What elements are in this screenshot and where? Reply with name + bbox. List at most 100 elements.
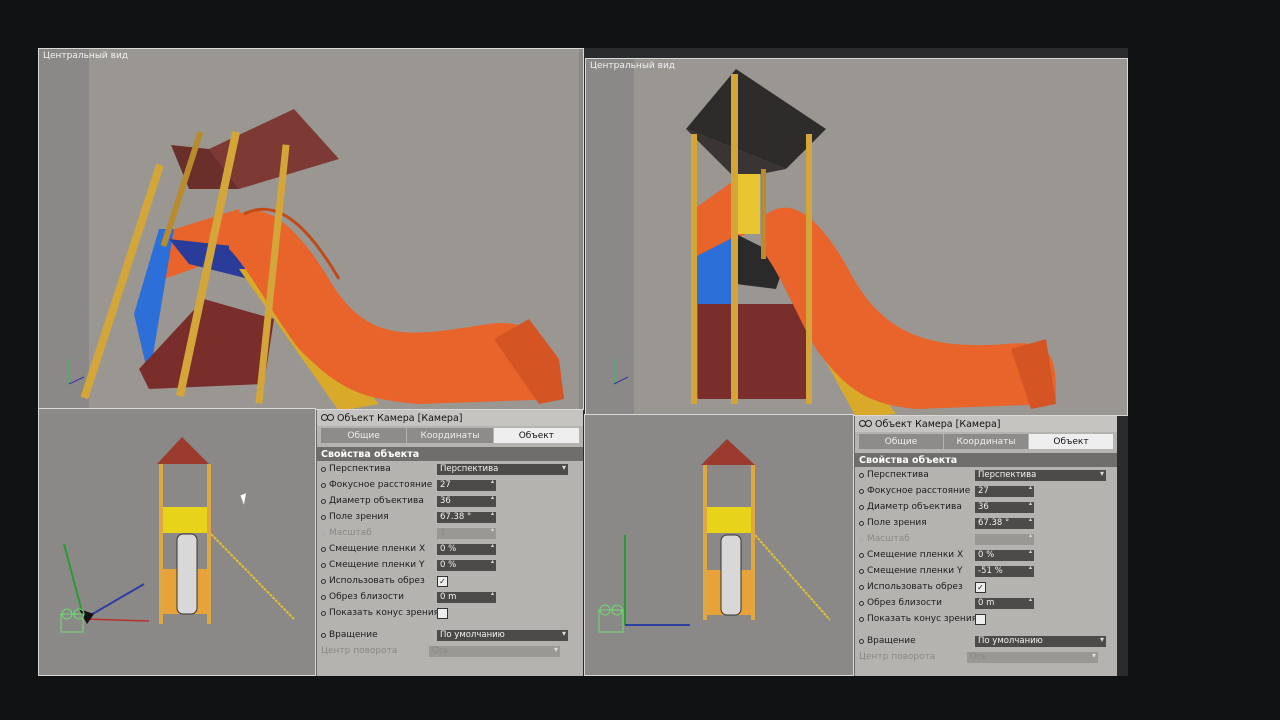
projection-label: Перспектива xyxy=(867,470,929,480)
focal-input[interactable]: 27 xyxy=(975,484,1034,497)
panel-header-title: Объект Камера [Камера] xyxy=(875,418,1001,430)
camera-icon xyxy=(321,413,334,423)
rotation-dropdown[interactable]: По умолчанию xyxy=(975,635,1106,647)
viewport-bottom-right[interactable] xyxy=(584,414,854,676)
row-use-clip: Использовать обрез ✓ xyxy=(855,579,1117,595)
tab-general[interactable]: Общие xyxy=(859,434,943,449)
row-focal: Фокусное расстояние 27 xyxy=(855,483,1117,499)
keyframe-dot[interactable] xyxy=(859,504,864,510)
tab-object[interactable]: Объект xyxy=(1029,434,1113,449)
fov-input[interactable]: 67.38 ° xyxy=(975,516,1034,529)
near-clip-input[interactable]: 0 m xyxy=(975,596,1034,609)
maroon-wall xyxy=(698,304,808,399)
viewport-top-left[interactable]: Центральный вид xyxy=(38,48,584,410)
rotation-label: Вращение xyxy=(867,636,916,646)
aperture-label: Диаметр объектива xyxy=(867,502,962,512)
section-object-properties: Свойства объекта xyxy=(855,453,1117,467)
panel-header-title: Объект Камера [Камера] xyxy=(337,412,463,424)
row-show-cone: Показать конус зрения xyxy=(317,605,583,621)
keyframe-dot[interactable] xyxy=(321,514,326,520)
pivot-label: Центр поворота xyxy=(859,652,936,662)
scale-label: Масштаб xyxy=(329,528,372,538)
row-rotation: Вращение По умолчанию xyxy=(855,633,1117,649)
tab-coordinates[interactable]: Координаты xyxy=(407,428,493,443)
row-aperture: Диаметр объектива 36 xyxy=(855,499,1117,515)
projection-dropdown[interactable]: Перспектива xyxy=(437,463,568,475)
panel-tabs: Общие Координаты Объект xyxy=(321,428,579,443)
row-fov: Поле зрения 67.38 ° xyxy=(855,515,1117,531)
aperture-input[interactable]: 36 xyxy=(975,500,1034,513)
shift-x-input[interactable]: 0 % xyxy=(975,548,1034,561)
row-scale: Масштаб xyxy=(855,531,1117,547)
scale-input: 1 xyxy=(437,526,496,539)
pivot-dropdown: Ось xyxy=(429,645,560,657)
focal-label: Фокусное расстояние xyxy=(329,480,433,490)
row-scale: Масштаб 1 xyxy=(317,525,583,541)
show-cone-label: Показать конус зрения xyxy=(867,614,975,624)
focal-input[interactable]: 27 xyxy=(437,478,496,491)
use-clip-label: Использовать обрез xyxy=(329,576,425,586)
keyframe-dot[interactable] xyxy=(859,472,864,478)
keyframe-dot[interactable] xyxy=(321,482,326,488)
row-focal: Фокусное расстояние 27 xyxy=(317,477,583,493)
row-shift-x: Смещение пленки X 0 % xyxy=(855,547,1117,563)
shift-x-input[interactable]: 0 % xyxy=(437,542,496,555)
keyframe-dot[interactable] xyxy=(859,616,864,622)
aperture-input[interactable]: 36 xyxy=(437,494,496,507)
keyframe-dot xyxy=(859,536,864,542)
keyframe-dot[interactable] xyxy=(859,600,864,606)
viewport-bottom-left[interactable] xyxy=(38,408,316,676)
keyframe-dot[interactable] xyxy=(321,466,326,472)
row-shift-y: Смещение пленки Y -51 % xyxy=(855,563,1117,579)
pivot-dropdown: Ось xyxy=(967,651,1098,663)
keyframe-dot xyxy=(321,530,326,536)
keyframe-dot[interactable] xyxy=(321,578,326,584)
keyframe-dot[interactable] xyxy=(859,584,864,590)
rotation-dropdown[interactable]: По умолчанию xyxy=(437,629,568,641)
use-clip-label: Использовать обрез xyxy=(867,582,963,592)
fov-label: Поле зрения xyxy=(867,518,927,528)
shift-y-input[interactable]: 0 % xyxy=(437,558,496,571)
keyframe-dot[interactable] xyxy=(321,610,326,616)
fov-input[interactable]: 67.38 ° xyxy=(437,510,496,523)
shift-y-input[interactable]: -51 % xyxy=(975,564,1034,577)
keyframe-dot[interactable] xyxy=(859,568,864,574)
tab-general[interactable]: Общие xyxy=(321,428,407,443)
row-shift-y: Смещение пленки Y 0 % xyxy=(317,557,583,573)
tab-object[interactable]: Объект xyxy=(493,428,579,443)
viewport-top-right[interactable]: Центральный вид xyxy=(585,58,1128,416)
section-object-properties: Свойства объекта xyxy=(317,447,583,461)
row-use-clip: Использовать обрез ✓ xyxy=(317,573,583,589)
keyframe-dot[interactable] xyxy=(859,552,864,558)
panel-header: Объект Камера [Камера] xyxy=(855,416,1117,432)
keyframe-dot[interactable] xyxy=(859,638,864,644)
aperture-label: Диаметр объектива xyxy=(329,496,424,506)
near-clip-input[interactable]: 0 m xyxy=(437,590,496,603)
slide-render-right xyxy=(613,59,1127,415)
near-clip-label: Обрез близости xyxy=(329,592,405,602)
keyframe-dot[interactable] xyxy=(859,520,864,526)
shift-x-label: Смещение пленки X xyxy=(867,550,964,560)
row-near-clip: Обрез близости 0 m xyxy=(317,589,583,605)
keyframe-dot[interactable] xyxy=(321,498,326,504)
keyframe-dot[interactable] xyxy=(321,546,326,552)
keyframe-dot[interactable] xyxy=(859,488,864,494)
show-cone-checkbox[interactable] xyxy=(437,607,448,619)
keyframe-dot[interactable] xyxy=(321,562,326,568)
viewport-title: Центральный вид xyxy=(590,61,676,71)
slide-render-left xyxy=(68,49,579,409)
use-clip-checkbox[interactable]: ✓ xyxy=(975,581,986,593)
tab-coordinates[interactable]: Координаты xyxy=(944,434,1028,449)
row-pivot: Центр поворота Ось xyxy=(317,643,583,659)
panel-header: Объект Камера [Камера] xyxy=(317,410,583,426)
near-clip-label: Обрез близости xyxy=(867,598,943,608)
projection-dropdown[interactable]: Перспектива xyxy=(975,469,1106,481)
use-clip-checkbox[interactable]: ✓ xyxy=(437,575,448,587)
front-view-right xyxy=(598,439,831,633)
shift-y-label: Смещение пленки Y xyxy=(867,566,963,576)
keyframe-dot[interactable] xyxy=(321,632,326,638)
pivot-label: Центр поворота xyxy=(321,646,398,656)
row-projection: Перспектива Перспектива xyxy=(855,467,1117,483)
keyframe-dot[interactable] xyxy=(321,594,326,600)
show-cone-checkbox[interactable] xyxy=(975,613,986,625)
